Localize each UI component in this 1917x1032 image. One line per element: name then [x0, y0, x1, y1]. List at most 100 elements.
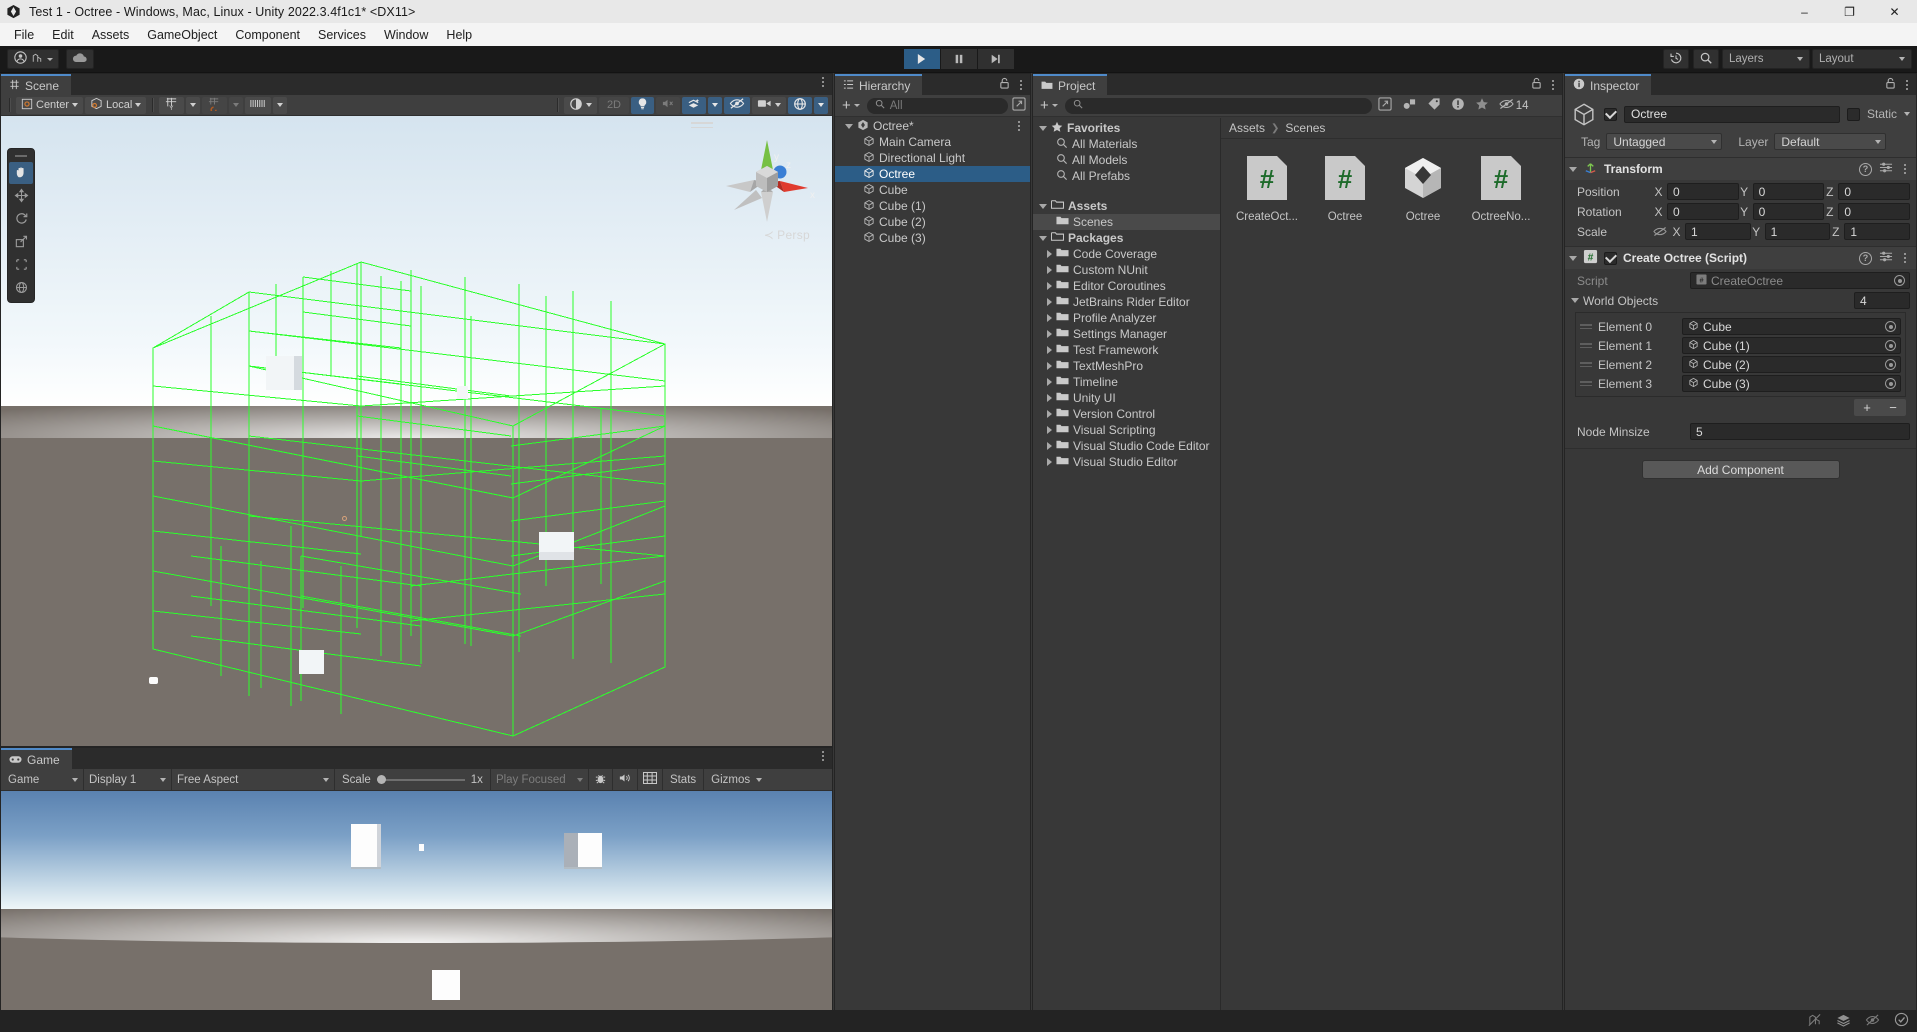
- menu-edit[interactable]: Edit: [43, 26, 83, 44]
- game-menu-icon[interactable]: [818, 751, 828, 761]
- scene-visibility-button[interactable]: [724, 96, 750, 114]
- scene-fx-dropdown[interactable]: [708, 96, 722, 114]
- play-button[interactable]: [903, 49, 940, 69]
- scale-slider-group[interactable]: Scale 1x: [335, 768, 491, 791]
- game-gizmos-dropdown[interactable]: Gizmos: [704, 769, 769, 791]
- layers-dropdown[interactable]: Layers: [1722, 49, 1810, 69]
- step-button[interactable]: [977, 49, 1014, 69]
- scale-tool-icon[interactable]: [9, 231, 33, 253]
- asset-item-octree-script[interactable]: # Octree: [1313, 153, 1377, 223]
- move-tool-icon[interactable]: [9, 185, 33, 207]
- rotate-tool-icon[interactable]: [9, 208, 33, 230]
- chevron-right-icon[interactable]: [1047, 378, 1052, 386]
- script-component-header[interactable]: # Create Octree (Script) ?: [1565, 247, 1916, 269]
- chevron-down-icon[interactable]: [1039, 235, 1047, 241]
- grid-visibility-button[interactable]: Y: [159, 96, 185, 114]
- scale-x-field[interactable]: 1: [1685, 223, 1751, 240]
- project-tree-jetbrains-rider-editor[interactable]: JetBrains Rider Editor: [1033, 294, 1220, 310]
- menu-window[interactable]: Window: [375, 26, 437, 44]
- project-tree-favorites[interactable]: Favorites: [1033, 120, 1220, 136]
- project-tree-custom-nunit[interactable]: Custom NUnit: [1033, 262, 1220, 278]
- scale-z-field[interactable]: 1: [1844, 223, 1911, 240]
- element-3-object-field[interactable]: Cube (3): [1682, 375, 1901, 392]
- project-menu-icon[interactable]: [1548, 79, 1558, 90]
- rotation-z-field[interactable]: 0: [1838, 203, 1911, 220]
- rotation-x-field[interactable]: 0: [1667, 203, 1739, 220]
- object-picker-icon[interactable]: [1885, 321, 1896, 332]
- project-tree-unity-ui[interactable]: Unity UI: [1033, 390, 1220, 406]
- handle-rotation-dropdown[interactable]: Local: [85, 96, 147, 114]
- scene-camera-button[interactable]: [752, 96, 786, 114]
- menu-help[interactable]: Help: [437, 26, 481, 44]
- node-minsize-field[interactable]: 5: [1690, 423, 1910, 440]
- scene-fx-button[interactable]: [682, 96, 706, 114]
- menu-services[interactable]: Services: [309, 26, 375, 44]
- gameobject-enabled-checkbox[interactable]: [1604, 107, 1617, 121]
- game-debug-button[interactable]: [589, 768, 613, 791]
- undo-history-button[interactable]: [1663, 49, 1689, 69]
- script-object-field[interactable]: # CreateOctree: [1690, 272, 1910, 289]
- hidden-assets-count[interactable]: 14: [1499, 98, 1529, 113]
- chevron-right-icon[interactable]: [1047, 410, 1052, 418]
- drag-handle-icon[interactable]: [1580, 343, 1592, 348]
- chevron-right-icon[interactable]: [1047, 442, 1052, 450]
- lock-icon[interactable]: [1885, 77, 1896, 92]
- project-tree-timeline[interactable]: Timeline: [1033, 374, 1220, 390]
- project-tree-test-framework[interactable]: Test Framework: [1033, 342, 1220, 358]
- hierarchy-item-cube-1[interactable]: Cube (1): [835, 198, 1030, 214]
- preset-icon[interactable]: [1879, 161, 1893, 177]
- gameobject-name-field[interactable]: Octree: [1624, 105, 1840, 123]
- hierarchy-item-main-camera[interactable]: Main Camera: [835, 134, 1030, 150]
- project-tree-all-models[interactable]: All Models: [1033, 152, 1220, 168]
- project-tree-all-prefabs[interactable]: All Prefabs: [1033, 168, 1220, 184]
- menu-assets[interactable]: Assets: [83, 26, 139, 44]
- chevron-down-icon[interactable]: [845, 123, 853, 129]
- grid-dropdown[interactable]: [186, 96, 201, 114]
- project-search-input[interactable]: [1064, 97, 1372, 114]
- scene-menu-icon[interactable]: [818, 77, 828, 87]
- account-button[interactable]: [7, 49, 59, 69]
- hierarchy-item-directional-light[interactable]: Directional Light: [835, 150, 1030, 166]
- project-tree-visual-scripting[interactable]: Visual Scripting: [1033, 422, 1220, 438]
- stats-button[interactable]: Stats: [663, 768, 705, 791]
- filter-by-label-button[interactable]: [1427, 97, 1441, 114]
- chevron-right-icon[interactable]: [1047, 458, 1052, 466]
- create-gameobject-button[interactable]: +: [839, 98, 863, 113]
- asset-item-octree-scene[interactable]: Octree: [1391, 153, 1455, 223]
- menu-file[interactable]: File: [5, 26, 43, 44]
- element-0-object-field[interactable]: Cube: [1682, 318, 1901, 335]
- layers-stack-icon[interactable]: [1836, 1013, 1851, 1030]
- project-tree-scenes[interactable]: Scenes: [1033, 214, 1220, 230]
- constrain-proportions-icon[interactable]: [1653, 226, 1671, 237]
- chevron-down-icon[interactable]: [1569, 166, 1577, 172]
- scene-audio-button[interactable]: [656, 96, 680, 114]
- chevron-right-icon[interactable]: [1047, 394, 1052, 402]
- toggle-2d-button[interactable]: 2D: [598, 96, 629, 114]
- project-expand-button[interactable]: [1378, 97, 1392, 114]
- hand-tool-icon[interactable]: [9, 161, 33, 184]
- filter-favorites-button[interactable]: [1475, 97, 1489, 114]
- create-asset-button[interactable]: +: [1037, 98, 1061, 113]
- ruler-dropdown[interactable]: [273, 96, 288, 114]
- project-tree-code-coverage[interactable]: Code Coverage: [1033, 246, 1220, 262]
- viewport-grip[interactable]: [691, 122, 713, 131]
- static-checkbox[interactable]: [1846, 107, 1860, 121]
- cloud-button[interactable]: [66, 49, 94, 69]
- shading-mode-dropdown[interactable]: [563, 96, 597, 114]
- hierarchy-item-octree[interactable]: Octree: [835, 166, 1030, 182]
- snap-increment-button[interactable]: [202, 96, 228, 114]
- preview-off-icon[interactable]: [1865, 1013, 1880, 1030]
- chevron-down-icon[interactable]: [1569, 255, 1577, 261]
- ruler-button[interactable]: [245, 96, 272, 114]
- chevron-down-icon[interactable]: [1571, 298, 1579, 303]
- element-1-object-field[interactable]: Cube (1): [1682, 337, 1901, 354]
- object-picker-icon[interactable]: [1885, 378, 1896, 389]
- tag-dropdown[interactable]: Untagged: [1606, 133, 1723, 150]
- lock-icon[interactable]: [999, 77, 1010, 92]
- element-2-object-field[interactable]: Cube (2): [1682, 356, 1901, 373]
- scale-slider[interactable]: [376, 775, 465, 784]
- tab-inspector[interactable]: Inspector: [1565, 74, 1652, 95]
- chevron-right-icon[interactable]: [1047, 426, 1052, 434]
- menu-gameobject[interactable]: GameObject: [138, 26, 226, 44]
- preset-icon[interactable]: [1879, 250, 1893, 266]
